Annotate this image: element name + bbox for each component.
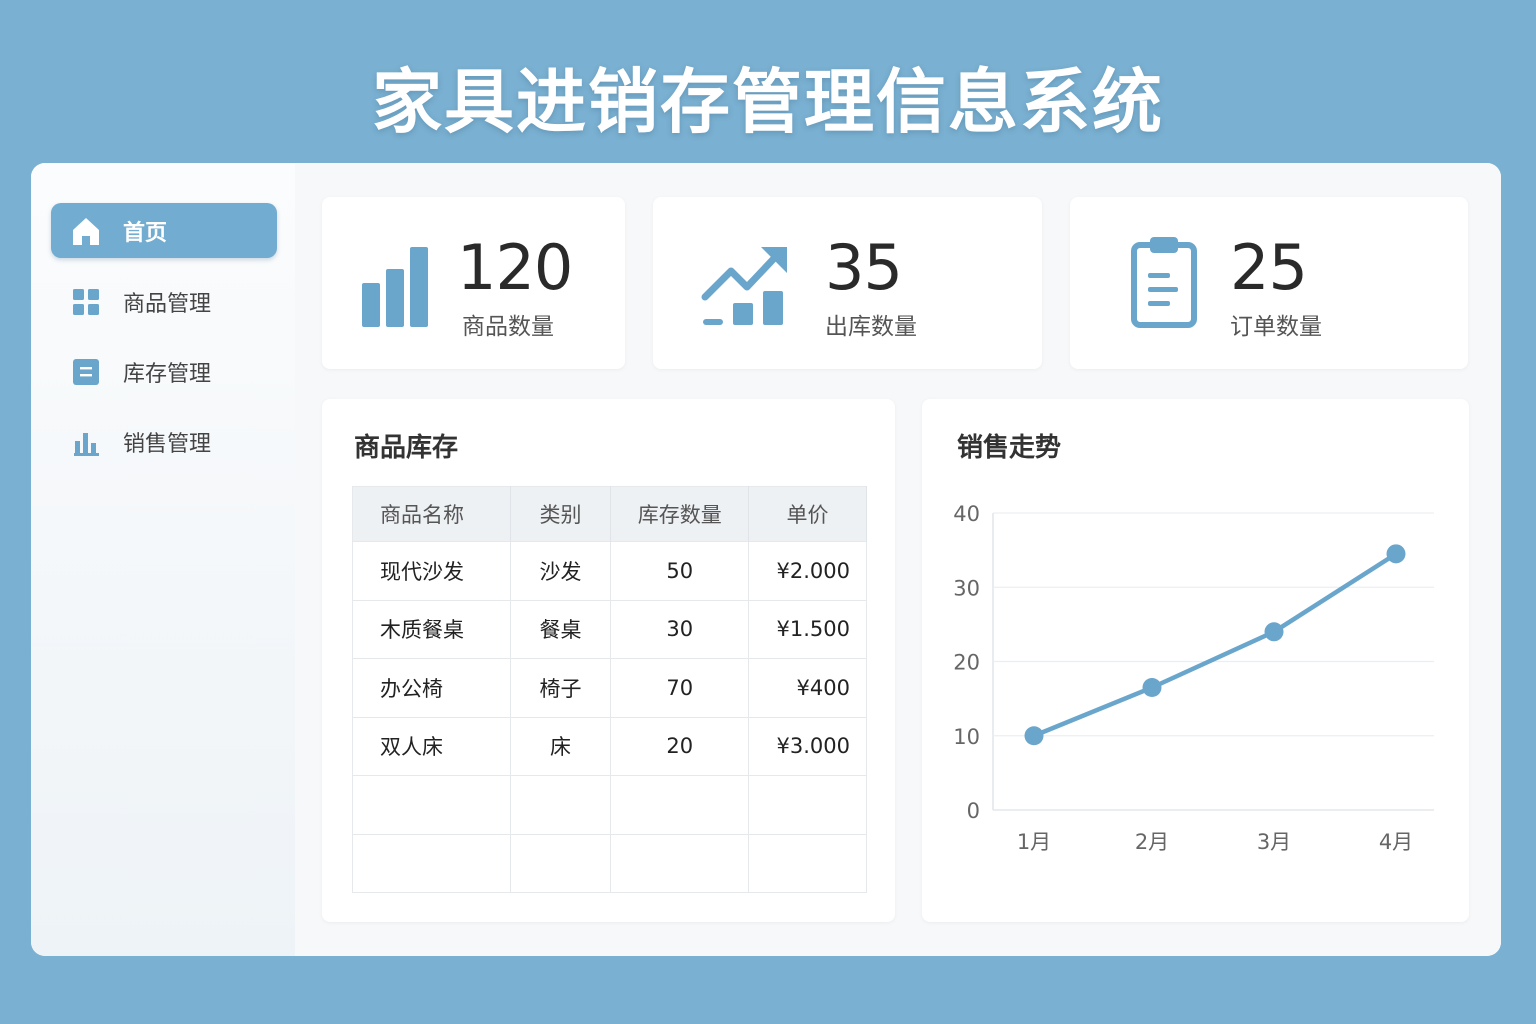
- x-tick-label: 2月: [1135, 830, 1169, 854]
- bar-chart-icon: [69, 425, 103, 459]
- table-cell: 现代沙发: [352, 541, 511, 600]
- table-cell: 餐桌: [510, 599, 612, 659]
- y-tick-label: 0: [967, 799, 980, 823]
- main-content: 120 商品数量 35 出库数量 25 订单数量 商品库存 商品名称 类别 库存…: [295, 163, 1501, 956]
- trend-up-icon: [701, 241, 791, 333]
- table-cell: 办公椅: [352, 658, 511, 717]
- stat-card-orders: 25 订单数量: [1070, 197, 1468, 369]
- table-cell: ¥2.000: [748, 541, 867, 600]
- data-point: [1386, 544, 1406, 564]
- stat-card-outbound: 35 出库数量: [653, 197, 1042, 369]
- table-row[interactable]: 木质餐桌 餐桌 30 ¥1.500: [352, 599, 867, 659]
- sales-line-chart: 0 10 20 30 40 1月 2月 3月 4月: [953, 502, 1434, 854]
- stat-value: 25: [1230, 231, 1308, 304]
- table-cell: [610, 775, 750, 834]
- table-cell: 50: [610, 541, 750, 600]
- y-tick-label: 10: [953, 725, 980, 749]
- table-cell: [610, 833, 750, 893]
- sidebar-item-label: 销售管理: [123, 431, 212, 457]
- list-box-icon: [69, 355, 103, 389]
- panel-title: 商品库存: [354, 433, 459, 463]
- stat-label: 订单数量: [1230, 314, 1322, 340]
- table-row-empty: [352, 775, 867, 834]
- sidebar-item-sales[interactable]: 销售管理: [51, 414, 277, 469]
- table-cell: [510, 775, 612, 834]
- table-row[interactable]: 双人床 床 20 ¥3.000: [352, 716, 867, 776]
- y-tick-label: 40: [953, 502, 980, 526]
- table-cell: 木质餐桌: [352, 599, 511, 659]
- data-point: [1142, 677, 1162, 697]
- table-cell: [352, 833, 511, 893]
- table-row[interactable]: 办公椅 椅子 70 ¥400: [352, 658, 867, 717]
- series-line: [1031, 551, 1399, 738]
- table-cell: 沙发: [510, 541, 612, 600]
- table-row[interactable]: 现代沙发 沙发 50 ¥2.000: [352, 541, 867, 600]
- table-cell: 30: [610, 599, 750, 659]
- y-tick-label: 30: [953, 576, 980, 600]
- table-header-row: 商品名称 类别 库存数量 单价: [352, 486, 867, 542]
- sidebar: 首页 商品管理 库存管理 销售管理: [31, 163, 295, 956]
- table-cell: [748, 833, 867, 893]
- sales-panel: 销售走势 0 10 20 30 40 1月 2月 3月 4月: [922, 399, 1469, 922]
- sidebar-item-label: 商品管理: [123, 291, 212, 317]
- y-tick-label: 20: [953, 651, 980, 675]
- table-cell: 70: [610, 658, 750, 717]
- table-cell: ¥400: [748, 658, 867, 717]
- app-title: 家具进销存管理信息系统: [372, 61, 1164, 143]
- stat-label: 出库数量: [825, 314, 917, 340]
- sidebar-item-label: 首页: [123, 220, 168, 246]
- inventory-panel: 商品库存 商品名称 类别 库存数量 单价 现代沙发 沙发 50 ¥2.000 木…: [322, 399, 895, 922]
- column-header[interactable]: 单价: [748, 486, 867, 542]
- clipboard-icon: [1130, 233, 1200, 333]
- table-cell: ¥3.000: [748, 716, 867, 776]
- table-cell: 20: [610, 716, 750, 776]
- stat-label: 商品数量: [462, 314, 554, 340]
- stat-value: 35: [825, 231, 903, 304]
- stat-value: 120: [457, 231, 573, 304]
- table-cell: 椅子: [510, 658, 612, 717]
- app-window: 首页 商品管理 库存管理 销售管理 120 商品数量 35 出库数量 25 订单…: [31, 163, 1501, 956]
- x-tick-label: 3月: [1257, 830, 1291, 854]
- home-icon: [69, 214, 103, 248]
- grid-icon: [69, 285, 103, 319]
- table-cell: [352, 775, 511, 834]
- table-row-empty: [352, 833, 867, 893]
- table-cell: [510, 833, 612, 893]
- table-cell: ¥1.500: [748, 599, 867, 659]
- sidebar-item-inventory[interactable]: 库存管理: [51, 344, 277, 399]
- table-cell: 双人床: [352, 716, 511, 776]
- inventory-table: 商品名称 类别 库存数量 单价 现代沙发 沙发 50 ¥2.000 木质餐桌 餐…: [352, 486, 867, 893]
- column-header[interactable]: 类别: [510, 486, 612, 542]
- column-header[interactable]: 商品名称: [352, 486, 511, 542]
- sidebar-item-home[interactable]: 首页: [51, 203, 277, 258]
- x-tick-label: 4月: [1379, 830, 1413, 854]
- data-point: [1264, 622, 1284, 642]
- sidebar-item-label: 库存管理: [123, 361, 212, 387]
- stat-card-products: 120 商品数量: [322, 197, 625, 369]
- bar-chart-icon: [360, 243, 430, 331]
- x-tick-label: 1月: [1017, 830, 1051, 854]
- data-point: [1024, 726, 1044, 746]
- column-header[interactable]: 库存数量: [610, 486, 750, 542]
- table-cell: [748, 775, 867, 834]
- table-cell: 床: [510, 716, 612, 776]
- sidebar-item-products[interactable]: 商品管理: [51, 274, 277, 329]
